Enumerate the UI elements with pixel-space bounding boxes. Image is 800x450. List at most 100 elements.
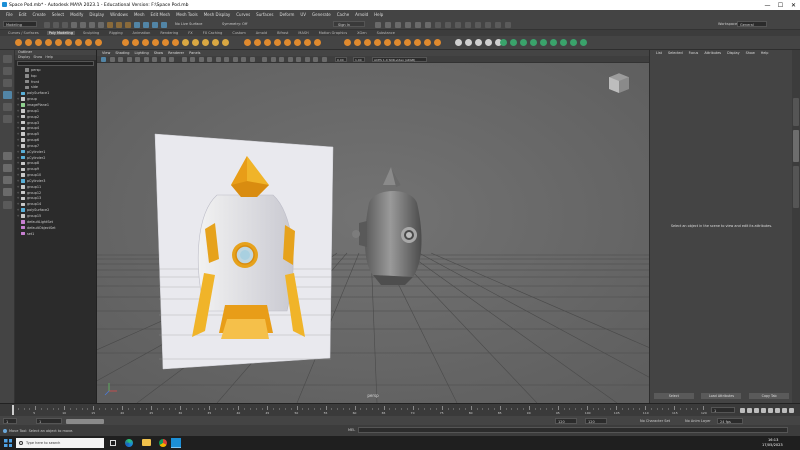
windows-start-icon[interactable] — [4, 439, 12, 447]
status-tool-icon[interactable] — [143, 21, 149, 28]
render-tool-icon[interactable] — [385, 21, 391, 28]
shelf-tab[interactable]: Rendering — [158, 31, 180, 35]
single-view-icon[interactable] — [3, 152, 12, 160]
viewport-menu-show[interactable]: Show — [154, 51, 163, 55]
menu-create[interactable]: Create — [32, 12, 45, 17]
shelf-tool-icon[interactable] — [162, 39, 169, 46]
far-clip-field[interactable]: 1.00 — [353, 56, 365, 62]
viewport-tool-icon[interactable] — [241, 56, 246, 62]
shelf-tool-icon[interactable] — [202, 39, 209, 46]
attribute-editor-tab[interactable] — [793, 130, 799, 162]
shelf-tool-icon[interactable] — [475, 39, 482, 46]
outliner-menu-help[interactable]: Help — [45, 55, 53, 59]
shelf-tab[interactable]: XGen — [355, 31, 368, 35]
image-plane-reference[interactable] — [154, 133, 334, 370]
shelf-tool-icon[interactable] — [354, 39, 361, 46]
range-bar[interactable] — [66, 419, 104, 424]
shelf-tool-icon[interactable] — [404, 39, 411, 46]
render-tool-icon[interactable] — [485, 21, 491, 28]
viewport-tool-icon[interactable] — [126, 56, 132, 62]
shelf-tool-icon[interactable] — [95, 39, 102, 46]
play-back-icon[interactable] — [761, 407, 766, 413]
menu-deform[interactable]: Deform — [279, 12, 294, 17]
shelf-tool-icon[interactable] — [172, 39, 179, 46]
shelf-tool-icon[interactable] — [384, 39, 391, 46]
attribute-editor-menu-display[interactable]: Display — [727, 51, 740, 55]
graph-persp-icon[interactable] — [3, 188, 12, 196]
status-tool-icon[interactable] — [53, 21, 59, 28]
shelf-tool-icon[interactable] — [274, 39, 281, 46]
live-surface-label[interactable]: No Live Surface — [175, 22, 202, 26]
playhead-marker[interactable] — [12, 405, 14, 415]
viewport-tool-icon[interactable] — [215, 56, 221, 62]
shelf-tab[interactable]: Motion Graphics — [317, 31, 349, 35]
shelf-tool-icon[interactable] — [520, 39, 527, 46]
shelf-tab[interactable]: Arnold — [254, 31, 269, 35]
shelf-tool-icon[interactable] — [304, 39, 311, 46]
menu-generate[interactable]: Generate — [312, 12, 331, 17]
viewport-tool-icon[interactable] — [109, 56, 115, 62]
menu-uv[interactable]: UV — [300, 12, 306, 17]
character-set-dropdown[interactable]: No Character Set — [640, 419, 670, 423]
shelf-tool-icon[interactable] — [465, 39, 472, 46]
attribute-editor-menu-list[interactable]: List — [656, 51, 662, 55]
minimize-button[interactable]: — — [761, 0, 774, 10]
mel-input[interactable] — [358, 427, 788, 433]
shelf-tab[interactable]: Substance — [375, 31, 397, 35]
shelf-tool-icon[interactable] — [414, 39, 421, 46]
shelf-tool-icon[interactable] — [314, 39, 321, 46]
viewport-tool-icon[interactable] — [270, 56, 276, 62]
status-tool-icon[interactable] — [134, 21, 140, 28]
close-button[interactable]: ✕ — [787, 0, 800, 10]
shelf-tool-icon[interactable] — [25, 39, 32, 46]
shelf-tool-icon[interactable] — [540, 39, 547, 46]
menu-modify[interactable]: Modify — [70, 12, 83, 17]
time-slider[interactable]: 5 10 15 20 25 30 35 40 45 50 55 60 65 70 75 80 85 90 95 100… — [0, 403, 800, 416]
workspace-dropdown[interactable]: General — [737, 21, 767, 27]
shelf-tool-icon[interactable] — [182, 39, 189, 46]
menu-help[interactable]: Help — [374, 12, 383, 17]
viewport-tool-icon[interactable] — [279, 56, 284, 62]
render-tool-icon[interactable] — [375, 21, 381, 28]
select-button[interactable]: Select — [653, 393, 694, 399]
shelf-tool-icon[interactable] — [570, 39, 577, 46]
render-tool-icon[interactable] — [455, 21, 461, 28]
shelf-tab[interactable]: Custom — [230, 31, 247, 35]
menu-select[interactable]: Select — [52, 12, 64, 17]
status-tool-icon[interactable] — [98, 21, 104, 28]
attribute-editor-menu-show[interactable]: Show — [746, 51, 755, 55]
shelf-tool-icon[interactable] — [264, 39, 271, 46]
viewport-tool-icon[interactable] — [287, 56, 293, 62]
shelf-tab[interactable]: Curves / Surfaces — [6, 31, 41, 35]
shelf-tool-icon[interactable] — [560, 39, 567, 46]
play-forward-icon[interactable] — [768, 407, 773, 413]
shelf-tool-icon[interactable] — [212, 39, 219, 46]
shelf-tool-icon[interactable] — [284, 39, 291, 46]
viewport-tool-icon[interactable] — [313, 56, 318, 62]
shelf-tool-icon[interactable] — [35, 39, 42, 46]
viewport-tool-icon[interactable] — [304, 56, 310, 62]
status-tool-icon[interactable] — [71, 21, 77, 28]
range-end-inner-field[interactable]: 120 — [555, 418, 577, 424]
scale-tool-icon[interactable] — [3, 115, 12, 123]
shelf-tool-icon[interactable] — [394, 39, 401, 46]
status-tool-icon[interactable] — [116, 21, 122, 28]
status-tool-icon[interactable] — [44, 21, 50, 28]
outliner-menu-show[interactable]: Show — [33, 55, 42, 59]
shelf-tab[interactable]: Bifrost — [275, 31, 290, 35]
shelf-tool-icon[interactable] — [550, 39, 557, 46]
shelf-tool-icon[interactable] — [344, 39, 351, 46]
shelf-tool-icon[interactable] — [85, 39, 92, 46]
viewport-tool-icon[interactable] — [198, 56, 204, 62]
shelf-tool-icon[interactable] — [374, 39, 381, 46]
shelf-tool-icon[interactable] — [424, 39, 431, 46]
render-tool-icon[interactable] — [415, 21, 421, 28]
range-start-inner-field[interactable]: 1 — [36, 418, 62, 424]
menu-file[interactable]: File — [6, 12, 13, 17]
outliner-search-input[interactable] — [17, 61, 94, 66]
anim-layer-dropdown[interactable]: No Anim Layer — [685, 419, 711, 423]
maximize-button[interactable]: ☐ — [774, 0, 787, 10]
render-tool-icon[interactable] — [405, 21, 411, 28]
shelf-tool-icon[interactable] — [192, 39, 199, 46]
menu-arnold[interactable]: Arnold — [355, 12, 368, 17]
